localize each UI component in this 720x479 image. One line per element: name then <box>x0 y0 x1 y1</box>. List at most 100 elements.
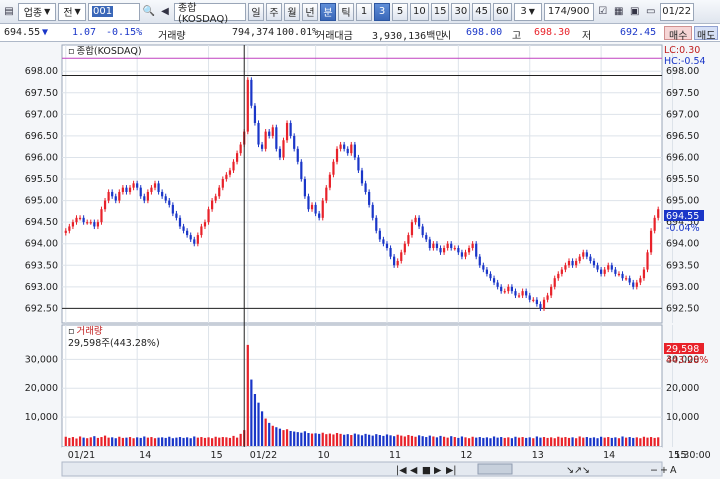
volume-bar <box>368 434 371 446</box>
zoom-in-icon[interactable]: + <box>660 465 668 476</box>
candle-body <box>564 265 567 270</box>
code-input[interactable]: 001 <box>88 2 140 21</box>
panel-square-icon: ▫ <box>68 46 74 57</box>
scroll-thumb[interactable] <box>477 463 513 475</box>
search-icon[interactable]: 🔍 <box>142 5 156 19</box>
volume-bar <box>550 437 553 446</box>
candle-body <box>457 248 460 253</box>
price-tick-label: 698.00 <box>25 66 58 77</box>
volume-bar <box>507 437 510 446</box>
interval-30[interactable]: 30 <box>451 2 471 21</box>
period-minute[interactable]: 분 <box>320 2 336 21</box>
x-axis-label: 01/22 <box>250 450 277 461</box>
candle-body <box>417 217 421 227</box>
candle-body <box>439 248 442 253</box>
volume-bar <box>289 430 292 446</box>
volume-bar <box>435 437 439 446</box>
candle-body <box>385 243 389 249</box>
volume-bar <box>211 438 214 446</box>
period-week[interactable]: 주 <box>266 2 282 21</box>
price-axis-right: 698.00 697.50 697.00 696.50 696.00 695.50 695.… <box>666 66 699 314</box>
zoom-icon[interactable]: A <box>670 465 677 476</box>
candle-body <box>642 269 646 279</box>
sell-button[interactable]: 매도 <box>694 26 719 42</box>
volume-bar <box>178 437 182 446</box>
scroll-first-icon[interactable]: |◀ <box>396 465 407 476</box>
speaker-icon[interactable]: ◀ <box>158 5 172 19</box>
candle-body <box>521 291 524 296</box>
candle-body <box>607 265 610 270</box>
candle-body <box>546 295 549 300</box>
x-axis-label: 10 <box>318 450 330 461</box>
page-count-field[interactable]: 174/900 <box>543 2 594 21</box>
interval-60[interactable]: 60 <box>492 2 512 21</box>
buy-button[interactable]: 매수 <box>664 26 693 42</box>
volume-bar <box>132 438 135 446</box>
period-tick[interactable]: 틱 <box>338 2 354 21</box>
count-select[interactable]: 3 ▼ <box>513 2 542 21</box>
drawing-tools-icon[interactable]: ↘↗↘ <box>566 465 590 476</box>
interval-45[interactable]: 45 <box>472 2 491 21</box>
volume-bar <box>628 437 631 446</box>
price-tick-label: 695.50 <box>25 174 58 185</box>
candle-body <box>389 248 392 257</box>
volume-bar <box>642 436 646 446</box>
price-tick-label: 697.50 <box>666 88 699 99</box>
candle-body <box>260 144 264 149</box>
period-month[interactable]: 월 <box>284 2 300 21</box>
candle-body <box>578 256 581 261</box>
volume-bar <box>378 435 381 446</box>
x-axis-label: 11 <box>389 450 401 461</box>
candle-body <box>649 230 653 253</box>
candle-body <box>450 243 453 249</box>
candle-body <box>553 278 556 287</box>
volume-bar <box>193 436 196 446</box>
period-year[interactable]: 년 <box>302 2 318 21</box>
type-select[interactable]: 전 ▼ <box>58 2 86 21</box>
settings-icon[interactable]: ▭ <box>644 5 658 19</box>
interval-3[interactable]: 3 <box>374 2 390 21</box>
x-axis-label: 13 <box>532 450 544 461</box>
candle-body <box>285 122 289 141</box>
volume-bar <box>103 435 107 446</box>
interval-15[interactable]: 15 <box>430 2 450 21</box>
candle-body <box>200 226 203 236</box>
volume-bar <box>532 438 535 446</box>
volume-bar <box>653 437 656 446</box>
candle-body <box>535 299 538 305</box>
volume-bar <box>528 437 531 446</box>
scroll-last-icon[interactable]: ▶| <box>446 465 457 476</box>
high-label: 고 <box>512 31 522 42</box>
volume-tick-label: 20,000 <box>666 383 699 394</box>
volume-bar <box>214 436 217 446</box>
volume-bar <box>307 433 310 446</box>
chart-area[interactable]: 698.00 697.50 697.00 696.50 696.00 695.50 695.… <box>0 42 720 479</box>
candle-body <box>596 265 599 270</box>
scroll-next-icon[interactable]: ▶ <box>434 465 442 476</box>
chart-icon[interactable]: ▤ <box>2 5 16 19</box>
period-day[interactable]: 일 <box>248 2 264 21</box>
interval-10[interactable]: 10 <box>410 2 429 21</box>
interval-1[interactable]: 1 <box>356 2 372 21</box>
volume-bar <box>407 435 410 446</box>
volume-bar <box>75 438 78 446</box>
volume-bar <box>161 437 164 446</box>
open-value: 698.00 <box>466 27 503 38</box>
save-icon[interactable]: ▣ <box>628 5 642 19</box>
candle-body <box>560 269 563 274</box>
interval-5[interactable]: 5 <box>392 2 408 21</box>
grid-icon[interactable]: ▦ <box>612 5 626 19</box>
candle-body <box>353 144 356 158</box>
zoom-out-icon[interactable]: − <box>650 465 658 476</box>
checkbox-icon[interactable]: ☑ <box>596 5 610 19</box>
market-select[interactable]: 업종 ▼ <box>18 2 56 21</box>
volume-bar <box>500 437 503 446</box>
price-tick-label: 697.00 <box>666 109 699 120</box>
scroll-prev-icon[interactable]: ◀ <box>410 465 418 476</box>
high-value: 698.30 <box>534 27 571 38</box>
stop-icon[interactable]: ■ <box>422 465 431 476</box>
date-field[interactable]: 01/22 <box>659 2 694 21</box>
candle-body <box>382 239 385 244</box>
volume-bar <box>89 437 92 446</box>
price-tick-label: 695.50 <box>666 174 699 185</box>
